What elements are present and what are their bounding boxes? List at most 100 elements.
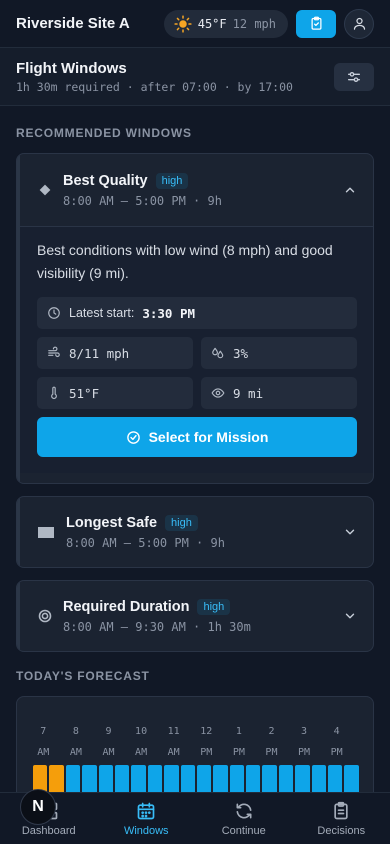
select-button-label: Select for Mission [148, 429, 269, 445]
temperature-tile: 51°F [37, 377, 193, 409]
nav-decisions[interactable]: Decisions [293, 793, 390, 844]
card-time-range: 8:00 AM – 9:30 AM · 1h 30m [63, 620, 251, 634]
nav-windows[interactable]: Windows [98, 793, 196, 844]
sliders-icon [348, 71, 360, 82]
eye-icon [211, 388, 225, 398]
checklist-button[interactable] [296, 9, 336, 38]
droplets-icon [212, 347, 224, 359]
hour-number: 8 [72, 726, 79, 737]
recommended-section-label: RECOMMENDED WINDOWS [16, 126, 192, 140]
hour-number: 11 [167, 726, 180, 737]
hour-label: 9 AM [92, 721, 125, 763]
chevron-down-icon[interactable] [343, 609, 357, 623]
site-name[interactable]: Riverside Site A [16, 15, 164, 32]
profile-button[interactable] [344, 8, 374, 39]
page-title: Flight Windows [16, 59, 127, 77]
nav-label: Windows [123, 824, 169, 837]
user-icon [353, 17, 365, 30]
hour-number: 7 [40, 726, 47, 737]
card-time-range: 8:00 AM – 5:00 PM · 9h [63, 194, 222, 208]
hour-number: 9 [105, 726, 112, 737]
visibility-value: 9 mi [233, 385, 264, 401]
window-card-best-quality: Best Quality high 8:00 AM – 5:00 PM · 9h … [16, 153, 374, 484]
wind-icon [48, 346, 60, 358]
filter-button[interactable] [334, 62, 374, 91]
hour-period: PM [298, 747, 311, 758]
hour-number: 12 [200, 726, 213, 737]
diamond-icon [37, 184, 53, 196]
nav-label: Dashboard [21, 824, 76, 837]
target-icon [37, 609, 53, 623]
chevron-down-icon[interactable] [343, 525, 357, 539]
hour-period: AM [167, 747, 180, 758]
hour-period: PM [265, 747, 278, 758]
card-details: Best conditions with low wind (8 mph) an… [17, 226, 373, 473]
hour-period: PM [330, 747, 343, 758]
hour-period: AM [102, 747, 115, 758]
hour-label: 1 PM [223, 721, 256, 763]
clipboard-icon [334, 801, 348, 819]
hour-number: 3 [301, 726, 308, 737]
hour-label: 11 AM [157, 721, 190, 763]
card-title: Longest Safe [66, 515, 158, 531]
clock-icon [48, 307, 60, 319]
hour-number: 1 [235, 726, 242, 737]
latest-start-tile: Latest start: 3:30 PM [37, 297, 357, 329]
page-subtitle: 1h 30m required · after 07:00 · by 17:00 [16, 79, 293, 94]
hour-number: 10 [135, 726, 148, 737]
hour-period: AM [69, 747, 82, 758]
hour-labels: 7 AM 8 AM 9 AM 10 AM 11 AM 12 PM 1 PM 2 PM 3 PM 4 PM [27, 721, 353, 763]
hour-period: PM [200, 747, 213, 758]
n-logo-badge[interactable]: N [20, 789, 56, 825]
card-time-range: 8:00 AM – 5:00 PM · 9h [66, 536, 225, 550]
weather-pill[interactable]: 45°F 12 mph [163, 9, 288, 38]
temperature-value: 51°F [69, 385, 100, 401]
rectangle-icon [37, 526, 55, 538]
card-header[interactable]: Longest Safe high 8:00 AM – 5:00 PM · 9h [17, 497, 373, 567]
bottom-nav: Dashboard Windows Continue Decisions [0, 792, 390, 844]
top-bar: Riverside Site A 45°F 12 mph [0, 0, 390, 48]
window-card-longest-safe[interactable]: Longest Safe high 8:00 AM – 5:00 PM · 9h [16, 496, 374, 568]
flight-windows-header: Flight Windows 1h 30m required · after 0… [0, 48, 390, 106]
clipboard-check-icon [311, 16, 321, 30]
wind-tile: 8/11 mph [37, 337, 193, 369]
latest-start-value: 3:30 PM [142, 305, 195, 321]
hour-period: AM [135, 747, 148, 758]
precip-value: 3% [233, 345, 249, 361]
hour-label: 3 PM [288, 721, 321, 763]
card-header[interactable]: Required Duration high 8:00 AM – 9:30 AM … [17, 581, 373, 651]
check-circle-icon [126, 430, 140, 444]
nav-label: Decisions [317, 824, 366, 837]
forecast-timeline: 7 AM 8 AM 9 AM 10 AM 11 AM 12 PM 1 PM 2 PM 3 PM 4 PM [16, 696, 374, 806]
wind-value: 8/11 mph [69, 345, 130, 361]
card-title: Required Duration [63, 599, 190, 615]
latest-start-label: Latest start: [69, 306, 135, 320]
hour-label: 4 PM [320, 721, 353, 763]
quality-badge: high [165, 515, 198, 531]
hour-label: 8 AM [60, 721, 93, 763]
sun-icon [174, 14, 192, 33]
refresh-icon [236, 803, 252, 818]
temperature: 45°F [197, 16, 227, 31]
precip-tile: 3% [201, 337, 357, 369]
card-header[interactable]: Best Quality high 8:00 AM – 5:00 PM · 9h [17, 154, 373, 226]
nav-label: Continue [221, 824, 266, 837]
select-for-mission-button[interactable]: Select for Mission [37, 417, 357, 457]
hour-period: AM [37, 747, 50, 758]
chevron-up-icon[interactable] [343, 183, 357, 197]
window-card-required-duration[interactable]: Required Duration high 8:00 AM – 9:30 AM … [16, 580, 374, 652]
window-description: Best conditions with low wind (8 mph) an… [37, 242, 333, 281]
hour-label: 12 PM [190, 721, 223, 763]
hour-label: 10 AM [125, 721, 158, 763]
hour-number: 2 [268, 726, 275, 737]
hour-label: 2 PM [255, 721, 288, 763]
forecast-section-label: TODAY'S FORECAST [16, 669, 150, 683]
visibility-tile: 9 mi [201, 377, 357, 409]
calendar-icon [137, 802, 155, 819]
quality-badge: high [197, 599, 231, 615]
card-title: Best Quality [63, 173, 148, 189]
nav-continue[interactable]: Continue [195, 793, 293, 844]
wind-speed: 12 mph [232, 16, 276, 31]
thermometer-icon [51, 386, 57, 400]
hour-number: 4 [333, 726, 340, 737]
